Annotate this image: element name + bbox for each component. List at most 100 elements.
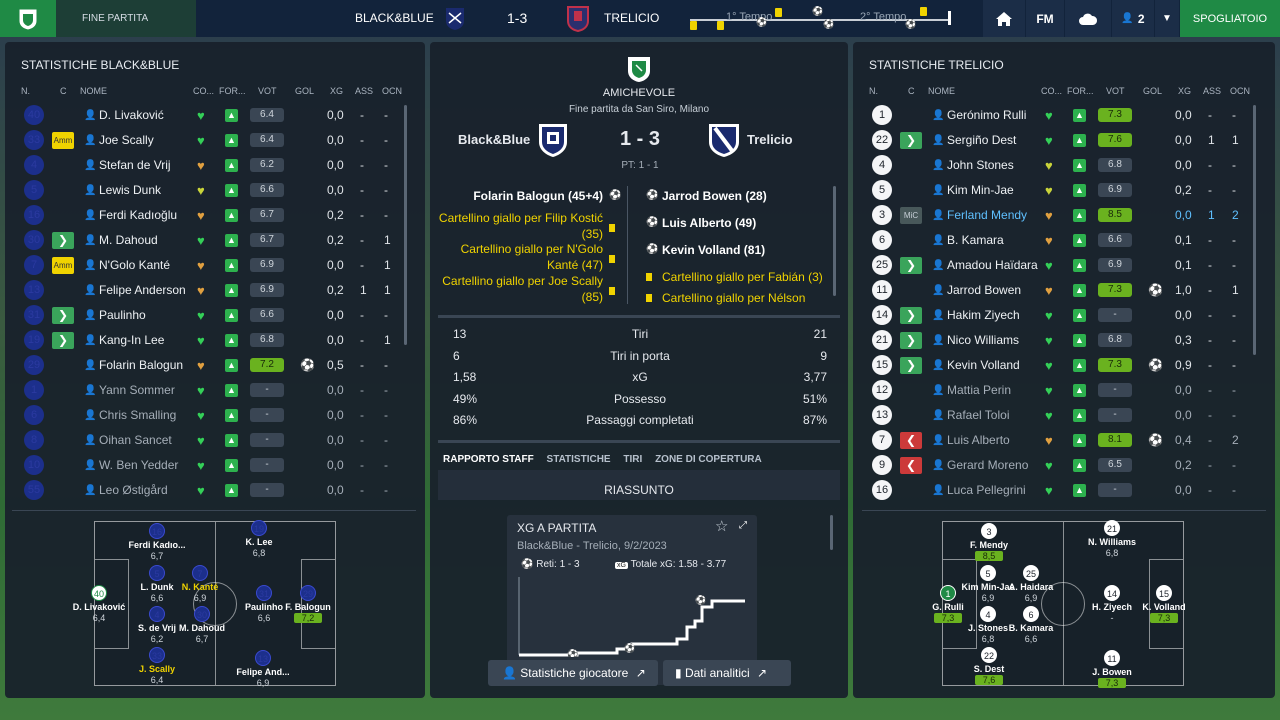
match-timeline[interactable]: 1° Tempo 2° Tempo ⚽ ⚽ ⚽ ⚽ [680, 0, 960, 37]
column-header-ocn[interactable]: OCN [382, 86, 402, 96]
formation-player[interactable]: 16 Ferdi Kadıo... 6,7 [122, 523, 192, 561]
player-row[interactable]: 22 ❯ 👤 Sergiño Dest ♥ ▲ 7.6 0,0 1 1 [848, 128, 1268, 153]
player-row[interactable]: 16 👤 Luca Pellegrini ♥ ▲ -0,0- - [848, 478, 1268, 503]
formation-player[interactable]: 13 Felipe And... 6,9 [228, 650, 298, 688]
player-row[interactable]: 5 👤 Kim Min-Jae ♥ ▲ 6.9 0,2 - - [848, 178, 1268, 203]
away-list-scrollbar[interactable] [1253, 105, 1256, 355]
spogliatoio-button[interactable]: SPOGLIATOIO [1180, 0, 1280, 37]
column-header-xg[interactable]: XG [1178, 86, 1191, 96]
column-header-n[interactable]: N. [869, 86, 878, 96]
formation-player[interactable]: 21 N. Williams 6,8 [1077, 520, 1147, 558]
tab-zone-di-copertura[interactable]: ZONE DI COPERTURA [655, 454, 762, 465]
player-name[interactable]: Amadou Haïdara [947, 253, 1038, 278]
column-header-c[interactable]: C [908, 86, 915, 96]
formation-player[interactable]: 19 K. Lee 6,8 [224, 520, 294, 558]
analytics-button[interactable]: ▮ Dati analitici ↗ [663, 660, 791, 686]
player-row[interactable]: 1 👤 Gerónimo Rulli ♥ ▲ 7.3 0,0 - - [848, 103, 1268, 128]
home-button[interactable] [983, 0, 1025, 37]
player-name[interactable]: Kang-In Lee [99, 328, 164, 353]
column-header-vot[interactable]: VOT [258, 86, 277, 96]
player-row[interactable]: 31 ❯ 👤 Paulinho ♥ ▲ 6.6 0,0 - - [0, 303, 420, 328]
player-name[interactable]: Luca Pellegrini [947, 478, 1026, 503]
player-name[interactable]: Jarrod Bowen [947, 278, 1021, 303]
formation-player[interactable]: 15 K. Volland 7,3 [1129, 585, 1199, 623]
player-name[interactable]: Lewis Dunk [99, 178, 161, 203]
player-name[interactable]: Leo Østigård [99, 478, 168, 503]
player-row[interactable]: 6 👤 Chris Smalling ♥ ▲ -0,0- - [0, 403, 420, 428]
column-header-ass[interactable]: ASS [355, 86, 373, 96]
player-row[interactable]: 21 ❯ 👤 Nico Williams ♥ ▲ 6.8 0,3 - - [848, 328, 1268, 353]
column-header-co[interactable]: CO... [193, 86, 214, 96]
player-row[interactable]: 7 ❮ 👤 Luis Alberto ♥ ▲ 8.1 ⚽ 0,4 - 2 [848, 428, 1268, 453]
player-name[interactable]: B. Kamara [947, 228, 1004, 253]
player-name[interactable]: Ferland Mendy [947, 203, 1027, 228]
tab-rapporto-staff[interactable]: RAPPORTO STAFF [443, 454, 534, 465]
player-name[interactable]: Ferdi Kadıoğlu [99, 203, 177, 228]
player-row[interactable]: 8 👤 Oihan Sancet ♥ ▲ -0,0- - [0, 428, 420, 453]
player-row[interactable]: 25 ❯ 👤 Amadou Haïdara ♥ ▲ 6.9 0,1 - - [848, 253, 1268, 278]
player-name[interactable]: M. Dahoud [99, 228, 158, 253]
star-icon[interactable]: ☆ [715, 517, 728, 535]
player-name[interactable]: Stefan de Vrij [99, 153, 171, 178]
player-row[interactable]: 6 👤 B. Kamara ♥ ▲ 6.6 0,1 - - [848, 228, 1268, 253]
player-name[interactable]: Paulinho [99, 303, 146, 328]
player-stats-button[interactable]: 👤 Statistiche giocatore ↗ [488, 660, 658, 686]
column-header-name[interactable]: NOME [80, 86, 107, 96]
player-name[interactable]: Folarin Balogun [99, 353, 183, 378]
player-name[interactable]: N'Golo Kanté [99, 253, 170, 278]
player-name[interactable]: Oihan Sancet [99, 428, 172, 453]
player-row[interactable]: 4 👤 John Stones ♥ ▲ 6.8 0,0 - - [848, 153, 1268, 178]
player-name[interactable]: Luis Alberto [947, 428, 1010, 453]
player-row[interactable]: 1 👤 Yann Sommer ♥ ▲ -0,0- - [0, 378, 420, 403]
player-row[interactable]: 7 Amm 👤 N'Golo Kanté ♥ ▲ 6.9 0,0 - 1 [0, 253, 420, 278]
player-name[interactable]: Chris Smalling [99, 403, 176, 428]
column-header-vot[interactable]: VOT [1106, 86, 1125, 96]
player-row[interactable]: 16 👤 Ferdi Kadıoğlu ♥ ▲ 6.7 0,2 - - [0, 203, 420, 228]
player-name[interactable]: W. Ben Yedder [99, 453, 178, 478]
formation-player[interactable]: 33 J. Scally 6,4 [122, 647, 192, 685]
player-name[interactable]: Nico Williams [947, 328, 1019, 353]
player-row[interactable]: 15 ❯ 👤 Kevin Volland ♥ ▲ 7.3 ⚽ 0,9 - - [848, 353, 1268, 378]
player-name[interactable]: Mattia Perin [947, 378, 1011, 403]
formation-player[interactable]: 11 J. Bowen 7,3 [1077, 650, 1147, 688]
column-header-co[interactable]: CO... [1041, 86, 1062, 96]
player-name[interactable]: Hakim Ziyech [947, 303, 1020, 328]
formation-player[interactable]: 3 F. Mendy 8,5 [954, 523, 1024, 561]
player-name[interactable]: Gerard Moreno [947, 453, 1028, 478]
player-row[interactable]: 19 ❯ 👤 Kang-In Lee ♥ ▲ 6.8 0,0 - 1 [0, 328, 420, 353]
player-row[interactable]: 40 👤 D. Livaković ♥ ▲ 6.4 0,0 - - [0, 103, 420, 128]
column-header-form[interactable]: FOR... [1067, 86, 1094, 96]
player-row[interactable]: 10 👤 W. Ben Yedder ♥ ▲ -0,0- - [0, 453, 420, 478]
player-name[interactable]: Kevin Volland [947, 353, 1020, 378]
events-scrollbar[interactable] [833, 186, 836, 296]
formation-player[interactable]: 22 S. Dest 7,6 [954, 647, 1024, 685]
column-header-xg[interactable]: XG [330, 86, 343, 96]
column-header-name[interactable]: NOME [928, 86, 955, 96]
player-name[interactable]: D. Livaković [99, 103, 164, 128]
home-list-scrollbar[interactable] [404, 105, 407, 345]
column-header-gol[interactable]: GOL [1143, 86, 1162, 96]
player-row[interactable]: 13 👤 Felipe Anderson ♥ ▲ 6.9 0,2 1 1 [0, 278, 420, 303]
player-row[interactable]: 11 👤 Jarrod Bowen ♥ ▲ 7.3 ⚽ 1,0 - 1 [848, 278, 1268, 303]
player-row[interactable]: 14 ❯ 👤 Hakim Ziyech ♥ ▲ -0,0- - [848, 303, 1268, 328]
column-header-n[interactable]: N. [21, 86, 30, 96]
expand-icon[interactable]: ⤢ [739, 520, 747, 531]
column-header-gol[interactable]: GOL [295, 86, 314, 96]
weather-button[interactable] [1065, 0, 1111, 37]
column-header-c[interactable]: C [60, 86, 67, 96]
player-row[interactable]: 3 MiC 👤 Ferland Mendy ♥ ▲ 8.5 0,0 1 2 [848, 203, 1268, 228]
tab-statistiche[interactable]: STATISTICHE [547, 454, 611, 465]
fm-button[interactable]: FM [1026, 0, 1064, 37]
player-row[interactable]: 13 👤 Rafael Toloi ♥ ▲ -0,0- - [848, 403, 1268, 428]
player-name[interactable]: Sergiño Dest [947, 128, 1016, 153]
player-name[interactable]: Joe Scally [99, 128, 154, 153]
summary-scrollbar[interactable] [830, 515, 833, 550]
player-name[interactable]: Kim Min-Jae [947, 178, 1014, 203]
player-row[interactable]: 29 👤 Folarin Balogun ♥ ▲ 7.2 ⚽ 0,5 - - [0, 353, 420, 378]
formation-player[interactable]: 30 M. Dahoud 6,7 [167, 606, 237, 644]
player-name[interactable]: Yann Sommer [99, 378, 175, 403]
player-row[interactable]: 55 👤 Leo Østigård ♥ ▲ -0,0- - [0, 478, 420, 503]
player-row[interactable]: 4 👤 Stefan de Vrij ♥ ▲ 6.2 0,0 - - [0, 153, 420, 178]
player-name[interactable]: Rafael Toloi [947, 403, 1009, 428]
tab-tiri[interactable]: TIRI [623, 454, 642, 465]
